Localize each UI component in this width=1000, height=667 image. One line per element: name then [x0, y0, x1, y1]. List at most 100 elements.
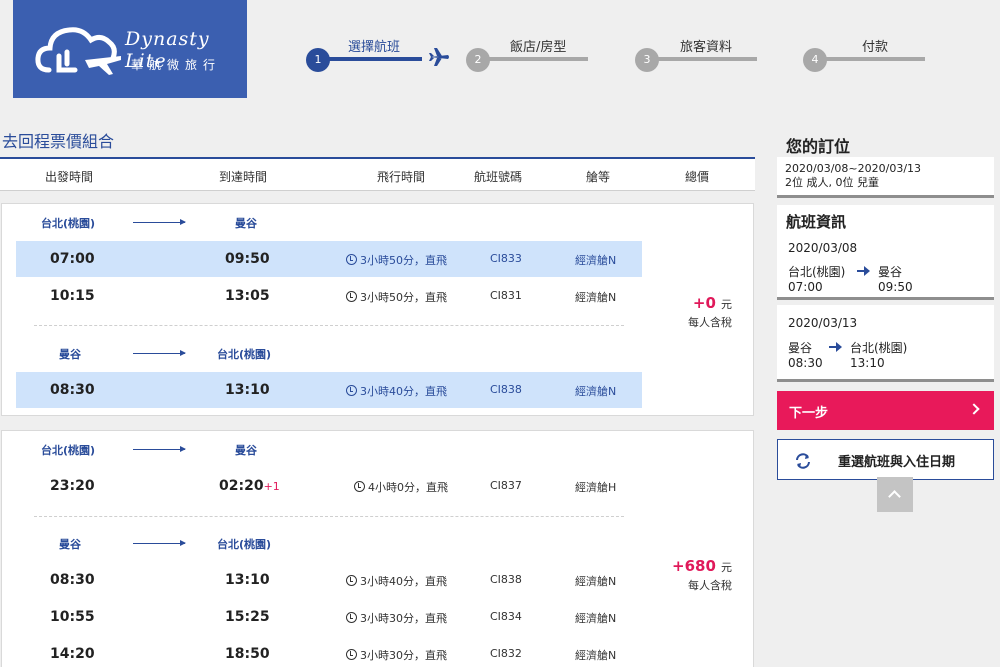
flight-row[interactable]: 14:20 18:50 3小時30分，直飛 CI832 經濟艙N [16, 636, 642, 667]
col-departure: 出發時間 [45, 170, 94, 184]
col-cabin: 艙等 [586, 170, 611, 184]
cabin-class: 經濟艙N [575, 649, 617, 662]
return-origin: 曼谷 [59, 538, 81, 551]
arrival-time: 13:10 [225, 572, 270, 588]
leg-departure-time: 07:00 [788, 280, 823, 294]
price-unit: 元 [721, 561, 732, 574]
departure-time: 10:15 [50, 288, 95, 304]
departure-time: 08:30 [50, 382, 95, 398]
next-step-button[interactable]: 下一步 [777, 391, 994, 430]
col-flight-no: 航班號碼 [474, 170, 523, 184]
col-arrival: 到達時間 [219, 170, 268, 184]
return-origin: 曼谷 [59, 348, 81, 361]
flight-info-box: 航班資訊 2020/03/08 台北(桃園) 曼谷 07:00 09:50 [777, 205, 994, 300]
leg-destination: 曼谷 [878, 265, 903, 279]
flight-row[interactable]: 10:15 13:05 3小時50分，直飛 CI831 經濟艙N [16, 278, 642, 314]
cabin-class: 經濟艙N [575, 291, 617, 304]
flight-row[interactable]: 08:30 13:10 3小時40分，直飛 CI838 經濟艙N [16, 372, 642, 408]
column-header: 出發時間 到達時間 飛行時間 航班號碼 艙等 總價 [0, 157, 755, 191]
departure-time: 08:30 [50, 572, 95, 588]
clock-icon [346, 575, 357, 586]
clock-icon [354, 481, 365, 492]
route-arrow-icon [133, 540, 186, 546]
flight-row[interactable]: 10:55 15:25 3小時30分，直飛 CI834 經濟艙N [16, 599, 642, 635]
cloud-plane-icon [35, 27, 121, 75]
flight-duration: 3小時30分，直飛 [346, 647, 447, 663]
next-step-label: 下一步 [789, 406, 829, 421]
flight-number: CI838 [490, 383, 522, 396]
refresh-icon [796, 453, 810, 469]
route-arrow-icon [133, 219, 186, 225]
flight-number: CI837 [490, 479, 522, 492]
leg-origin: 台北(桃園) [788, 265, 846, 279]
fare-option-2[interactable]: 台北(桃園) 曼谷 23:20 02:20+1 4小時0分，直飛 CI837 經… [1, 430, 754, 667]
cabin-class: 經濟艙N [575, 575, 617, 588]
step-number: 4 [803, 48, 827, 72]
reselect-button[interactable]: 重選航班與入住日期 [777, 439, 994, 480]
leg-origin: 曼谷 [788, 341, 813, 355]
clock-icon [346, 649, 357, 660]
step-number: 1 [306, 48, 330, 72]
date-range: 2020/03/08~2020/03/13 [785, 162, 922, 175]
route-arrow-icon [133, 446, 186, 452]
clock-icon [346, 254, 357, 265]
departure-time: 10:55 [50, 609, 95, 625]
price-note: 每人含稅 [688, 316, 732, 329]
flight-number: CI832 [490, 647, 522, 660]
next-day-badge: +1 [263, 480, 280, 493]
booking-summary-title: 您的訂位 [786, 137, 851, 156]
leg-departure-time: 08:30 [788, 356, 823, 370]
chevron-up-icon [888, 490, 901, 503]
flight-duration: 3小時50分，直飛 [346, 252, 447, 268]
price-note: 每人含稅 [688, 579, 732, 592]
divider [34, 516, 624, 517]
outbound-destination: 曼谷 [235, 217, 257, 230]
booking-dates-box: 2020/03/08~2020/03/13 2位 成人, 0位 兒童 [777, 157, 994, 198]
fare-option-1[interactable]: 台北(桃園) 曼谷 07:00 09:50 3小時50分，直飛 CI833 經濟… [1, 203, 754, 416]
price-unit: 元 [721, 298, 732, 311]
section-title: 去回程票價組合 [2, 132, 115, 151]
reselect-label: 重選航班與入住日期 [838, 455, 956, 470]
brand-name-zh: 華航微旅行 [131, 58, 222, 72]
outbound-origin: 台北(桃園) [41, 217, 96, 230]
price-amount: +680 [672, 557, 716, 575]
flight-number: CI838 [490, 573, 522, 586]
flight-row[interactable]: 08:30 13:10 3小時40分，直飛 CI838 經濟艙N [16, 562, 642, 598]
leg-date: 2020/03/13 [788, 316, 858, 330]
cabin-class: 經濟艙N [575, 385, 617, 398]
departure-time: 07:00 [50, 251, 95, 267]
flight-duration: 3小時40分，直飛 [346, 573, 447, 589]
flight-row[interactable]: 23:20 02:20+1 4小時0分，直飛 CI837 經濟艙H [16, 468, 642, 504]
cabin-class: 經濟艙H [575, 481, 617, 494]
step-number: 2 [466, 48, 490, 72]
arrival-time: 15:25 [225, 609, 270, 625]
brand-logo[interactable]: Dynasty Lite 華航微旅行 [13, 0, 247, 98]
back-to-top-button[interactable] [877, 477, 913, 512]
clock-icon [346, 291, 357, 302]
flight-duration: 3小時40分，直飛 [346, 383, 447, 399]
cabin-class: 經濟艙N [575, 254, 617, 267]
arrival-time: 13:10 [225, 382, 270, 398]
arrival-time: 02:20+1 [219, 478, 280, 494]
price-amount: +0 [692, 294, 716, 312]
leg-date: 2020/03/08 [788, 241, 858, 255]
clock-icon [346, 385, 357, 396]
leg-destination: 台北(桃園) [850, 341, 908, 355]
flight-row[interactable]: 07:00 09:50 3小時50分，直飛 CI833 經濟艙N [16, 241, 642, 277]
outbound-destination: 曼谷 [235, 444, 257, 457]
leg-arrival-time: 09:50 [878, 280, 913, 294]
route-arrow-icon [133, 350, 186, 356]
return-destination: 台北(桃園) [217, 538, 272, 551]
chevron-right-icon [968, 403, 980, 415]
flight-duration: 3小時30分，直飛 [346, 610, 447, 626]
col-total: 總價 [685, 170, 710, 184]
flight-info-box-return: 2020/03/13 曼谷 台北(桃園) 08:30 13:10 [777, 305, 994, 382]
col-duration: 飛行時間 [377, 170, 426, 184]
return-destination: 台北(桃園) [217, 348, 272, 361]
departure-time: 14:20 [50, 646, 95, 662]
total-price: +680 元 每人含稅 [672, 556, 732, 593]
passenger-count: 2位 成人, 0位 兒童 [785, 176, 879, 189]
total-price: +0 元 每人含稅 [688, 293, 732, 330]
flight-duration: 3小時50分，直飛 [346, 289, 447, 305]
flight-duration: 4小時0分，直飛 [354, 479, 448, 495]
